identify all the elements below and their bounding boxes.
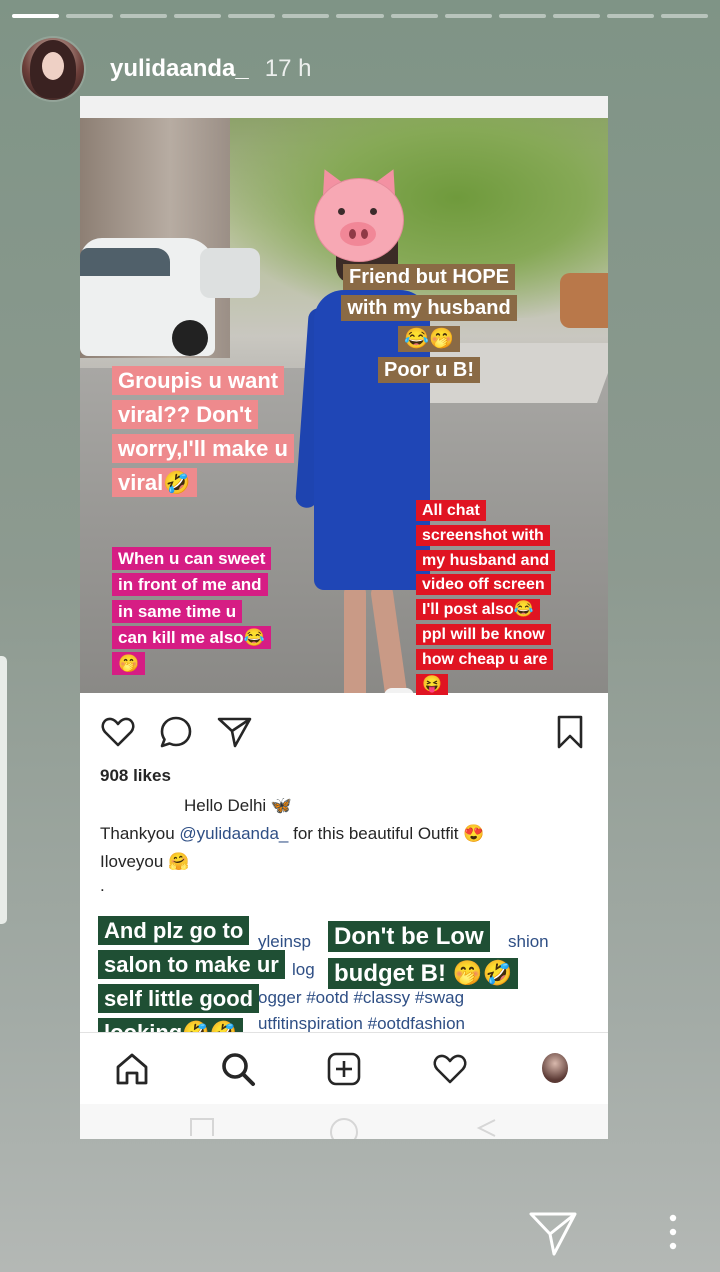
system-nav-bar	[80, 1104, 608, 1139]
story-progress-segment	[660, 14, 709, 18]
sticker-salon: And plz go to salon to make ur self litt…	[98, 914, 298, 1050]
bottom-nav	[80, 1032, 608, 1105]
story-progress-segment	[606, 14, 654, 18]
story-progress-segment	[66, 14, 114, 18]
home-circle-icon[interactable]	[330, 1118, 358, 1139]
send-icon[interactable]	[528, 1208, 578, 1258]
heart-icon[interactable]	[430, 1049, 470, 1089]
recents-icon[interactable]	[190, 1118, 214, 1136]
sticker-sweet: When u can sweet in front of me and in s…	[112, 546, 322, 678]
avatar[interactable]	[22, 38, 84, 100]
story-time: 17 h	[264, 55, 312, 82]
story-username[interactable]: yulidaanda_	[110, 55, 249, 83]
story-header: yulidaanda_ 17 h	[22, 38, 311, 100]
status-strip	[80, 96, 608, 118]
story-progress-segment	[498, 14, 546, 18]
story-progress-segment	[120, 14, 168, 18]
caption-line-4: .	[100, 876, 105, 895]
edge-handle[interactable]	[0, 656, 7, 924]
avatar[interactable]	[542, 1053, 568, 1083]
story-progress-segment	[282, 14, 330, 18]
pig-face-sticker	[311, 163, 407, 262]
story-progress-segment	[174, 14, 222, 18]
story-progress	[12, 14, 709, 18]
caption-line-1: Hello Delhi 🦋	[184, 796, 293, 815]
add-icon[interactable]	[324, 1049, 364, 1089]
caption-line-3: Iloveyou 🤗	[100, 852, 190, 871]
bookmark-icon[interactable]	[550, 712, 590, 752]
instagram-post-screenshot: Friend but HOPE with my husband 😂🤭 Poor …	[80, 96, 608, 1139]
comment-icon[interactable]	[156, 712, 196, 752]
sticker-low-budget: Don't be Low budget B! 🤭🤣	[328, 918, 568, 992]
story-progress-segment	[390, 14, 438, 18]
send-icon[interactable]	[214, 712, 254, 752]
caption-line-2: Thankyou @yulidaanda_ for this beautiful…	[100, 824, 485, 843]
home-icon[interactable]	[112, 1049, 152, 1089]
more-options-icon[interactable]	[666, 1212, 680, 1254]
story-progress-segment	[12, 14, 60, 18]
story-progress-segment	[228, 14, 276, 18]
story-progress-segment	[444, 14, 492, 18]
mention-link[interactable]: @yulidaanda_	[179, 824, 288, 843]
post-actions	[80, 708, 608, 758]
likes-count[interactable]: 908 likes	[100, 766, 171, 786]
sticker-friend-hope: Friend but HOPE with my husband 😂🤭 Poor …	[309, 262, 549, 386]
search-icon[interactable]	[218, 1049, 258, 1089]
sticker-chat: All chat screenshot with my husband and …	[416, 499, 596, 697]
heart-icon[interactable]	[98, 712, 138, 752]
back-icon[interactable]	[475, 1116, 499, 1139]
sticker-groupis: Groupis u want viral?? Don't worry,I'll …	[112, 364, 342, 500]
story-progress-segment	[552, 14, 600, 18]
story-progress-segment	[336, 14, 384, 18]
